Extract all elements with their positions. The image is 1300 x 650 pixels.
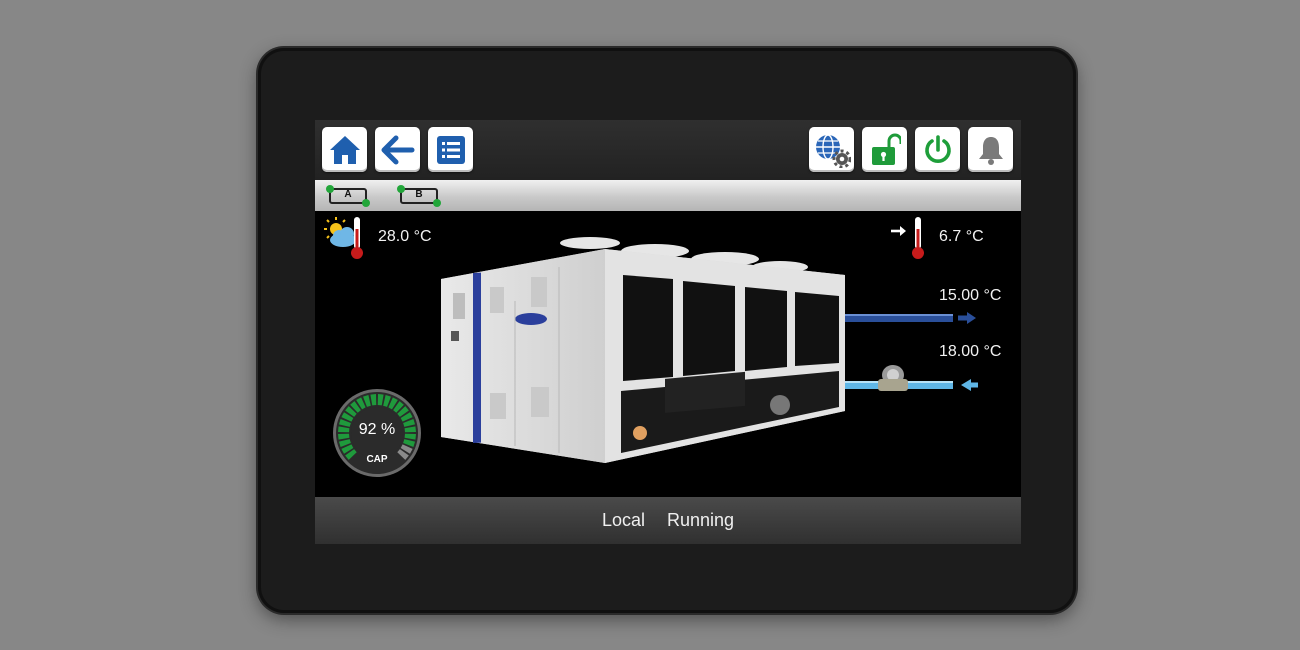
circuit-a-button[interactable]: A (324, 184, 372, 208)
unlocked-padlock-icon (871, 133, 901, 165)
login-button[interactable] (862, 127, 907, 172)
circuit-label: B (415, 189, 423, 200)
chiller-unit-image (441, 237, 845, 463)
leaving-water-pipe (845, 312, 976, 324)
capacity-gauge: 92 % CAP (331, 387, 423, 479)
leaving-water-temperature: 15.00 °C (939, 287, 1002, 304)
hmi-screen: A B 28.0 °C 6.7 °C 15.00 °C 18.00 °C 92 … (315, 120, 1021, 544)
network-settings-button[interactable] (809, 127, 854, 172)
home-icon (329, 135, 360, 164)
capacity-value: 92 % (358, 421, 396, 438)
arrow-right-icon (891, 226, 906, 236)
control-mode: Local (601, 510, 645, 530)
home-button[interactable] (322, 127, 367, 172)
arrow-left-icon (381, 135, 414, 164)
thermometer-icon (912, 217, 924, 259)
bell-icon (978, 136, 1003, 165)
start-stop-button[interactable] (915, 127, 960, 172)
circuit-b-button[interactable]: B (395, 184, 443, 208)
top-toolbar (315, 120, 1021, 180)
status-bar: Local Running (315, 497, 1021, 544)
circuit-label: A (344, 189, 352, 200)
setpoint-temperature: 6.7 °C (939, 228, 984, 245)
back-button[interactable] (375, 127, 420, 172)
capacity-label: CAP (366, 454, 388, 465)
thermometer-icon (351, 217, 363, 259)
globe-gear-icon (815, 133, 851, 168)
unit-overview: 28.0 °C 6.7 °C 15.00 °C 18.00 °C 92 % CA… (315, 211, 1021, 497)
menu-button[interactable] (428, 127, 473, 172)
alarms-button[interactable] (968, 127, 1013, 172)
outdoor-temperature: 28.0 °C (378, 228, 432, 245)
circuit-bar: A B (315, 180, 1021, 211)
run-state: Running (666, 510, 735, 530)
list-icon (436, 135, 465, 164)
entering-water-pipe (845, 365, 978, 391)
power-icon (924, 134, 951, 163)
